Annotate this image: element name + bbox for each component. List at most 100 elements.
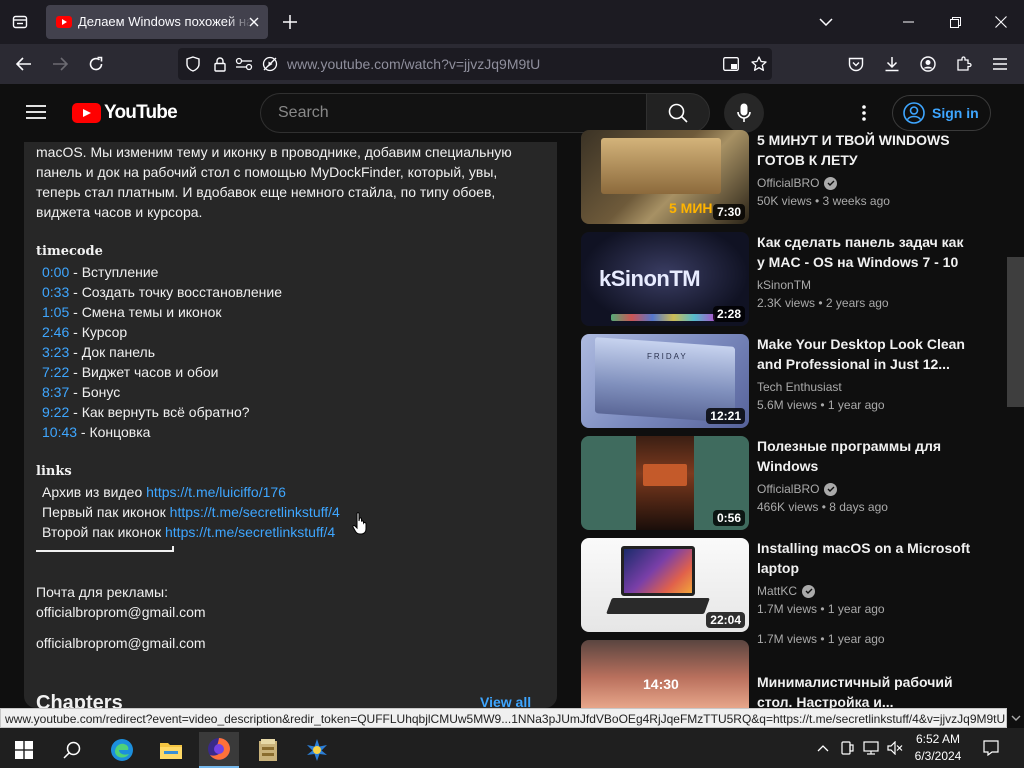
recommended-video[interactable]: 0:56 Полезные программы для Windows Offic…: [581, 436, 1001, 530]
youtube-logo[interactable]: YouTube: [72, 102, 178, 124]
recommended-video[interactable]: FRIDAY 12:21 Make Your Desktop Look Clea…: [581, 334, 1001, 428]
bookmark-star-icon[interactable]: [745, 50, 773, 78]
timecode-link[interactable]: 10:43: [42, 424, 77, 440]
firefox-taskbar-icon[interactable]: [199, 732, 239, 768]
timecode-link[interactable]: 0:33: [42, 284, 69, 300]
video-title[interactable]: Как сделать панель задач как у MAC - OS н…: [757, 232, 971, 272]
window-close-icon[interactable]: [987, 8, 1015, 36]
extensions-puzzle-icon[interactable]: [950, 50, 978, 78]
settings-more-vertical-icon[interactable]: [850, 99, 878, 127]
video-thumbnail[interactable]: 22:04: [581, 538, 749, 632]
search-icon[interactable]: [52, 732, 92, 768]
autoplay-blocked-icon[interactable]: [256, 50, 284, 78]
timecode-row: 10:43 - Концовка: [42, 422, 150, 442]
address-bar[interactable]: www.youtube.com/watch?v=jjvzJq9M9tU: [178, 48, 772, 80]
timecode-link[interactable]: 7:22: [42, 364, 69, 380]
video-title[interactable]: 5 МИНУТ И ТВОЙ WINDOWS ГОТОВ К ЛЕТУ: [757, 130, 971, 170]
scroll-down-chevron-icon[interactable]: [1007, 708, 1024, 728]
video-thumbnail[interactable]: 5 МИН 7:30: [581, 130, 749, 224]
link-url[interactable]: https://t.me/luiciffo/176: [146, 484, 286, 500]
page-scrollbar[interactable]: [1007, 142, 1024, 708]
video-duration: 12:21: [706, 408, 745, 424]
channel-name[interactable]: Tech Enthusiast: [757, 380, 842, 394]
account-icon[interactable]: [914, 50, 942, 78]
channel-name[interactable]: MattKC: [757, 584, 816, 598]
shield-icon[interactable]: [179, 50, 207, 78]
chapters-heading: Chapters: [36, 692, 123, 708]
app-archive-icon[interactable]: [248, 732, 288, 768]
channel-name[interactable]: OfficialBRO: [757, 176, 838, 190]
video-title[interactable]: Make Your Desktop Look Clean and Professi…: [757, 334, 971, 374]
verified-check-icon: [824, 482, 838, 496]
timecode-link[interactable]: 1:05: [42, 304, 69, 320]
forward-arrow-icon[interactable]: [46, 50, 74, 78]
windows-taskbar: 6:52 AM 6/3/2024: [0, 728, 1024, 768]
search-button[interactable]: [646, 93, 710, 133]
recommended-video[interactable]: kSinonTM 2:28 Как сделать панель задач к…: [581, 232, 1001, 326]
timecode-link[interactable]: 9:22: [42, 404, 69, 420]
video-thumbnail[interactable]: FRIDAY 12:21: [581, 334, 749, 428]
timecode-link[interactable]: 3:23: [42, 344, 69, 360]
timecode-row: 1:05 - Смена темы и иконок: [42, 302, 221, 322]
app-star-icon[interactable]: [297, 732, 337, 768]
video-duration: 22:04: [706, 612, 745, 628]
timecode-link[interactable]: 2:46: [42, 324, 69, 340]
search-icon: [668, 103, 688, 123]
video-duration: 0:56: [712, 510, 745, 526]
link-label: Второй пак иконок: [42, 524, 165, 540]
timecode-link[interactable]: 0:00: [42, 264, 69, 280]
browser-navigation-bar: www.youtube.com/watch?v=jjvzJq9M9tU: [0, 44, 1024, 84]
picture-in-picture-icon[interactable]: [717, 50, 745, 78]
timecode-label: - Бонус: [69, 384, 121, 400]
search-input[interactable]: Search: [260, 93, 647, 133]
voice-search-button[interactable]: [724, 93, 764, 133]
app-menu-hamburger-icon[interactable]: [986, 50, 1014, 78]
chapters-view-all-link[interactable]: View all: [480, 694, 531, 708]
channel-label: OfficialBRO: [757, 482, 820, 496]
guide-menu-icon[interactable]: [22, 98, 50, 126]
reload-icon[interactable]: [82, 50, 110, 78]
youtube-favicon-icon: [56, 16, 72, 28]
video-title[interactable]: Минималистичный рабочий стол. Настройка и…: [757, 672, 971, 712]
list-tabs-chevron-down-icon[interactable]: [812, 8, 840, 36]
link-url[interactable]: https://t.me/secretlinkstuff/4: [165, 524, 335, 540]
firefox-view-icon[interactable]: [6, 8, 34, 36]
video-title-line: Полезные программы для: [757, 438, 942, 454]
timecode-link[interactable]: 8:37: [42, 384, 69, 400]
channel-name[interactable]: kSinonTM: [757, 278, 811, 292]
channel-name[interactable]: OfficialBRO: [757, 482, 838, 496]
video-thumbnail[interactable]: 0:56: [581, 436, 749, 530]
link-url[interactable]: https://t.me/secretlinkstuff/4: [170, 504, 340, 520]
scrollbar-thumb[interactable]: [1007, 257, 1024, 407]
back-arrow-icon[interactable]: [10, 50, 38, 78]
video-thumbnail[interactable]: 14:30: [581, 640, 749, 708]
tab-close-icon[interactable]: [240, 8, 268, 36]
url-text[interactable]: www.youtube.com/watch?v=jjvzJq9M9tU: [287, 56, 540, 72]
new-tab-plus-icon[interactable]: [276, 8, 304, 36]
video-title[interactable]: Полезные программы для Windows: [757, 436, 971, 476]
channel-label: MattKC: [757, 584, 798, 598]
taskbar-clock[interactable]: 6:52 AM 6/3/2024: [904, 731, 972, 765]
windows-start-icon[interactable]: [4, 732, 44, 768]
pocket-icon[interactable]: [842, 50, 870, 78]
recommended-video[interactable]: 5 МИН 7:30 5 МИНУТ И ТВОЙ WINDOWS ГОТОВ К…: [581, 130, 1001, 224]
description-intro-line: виджета часов и курсора.: [36, 204, 203, 220]
ad-contact-label: Почта для рекламы:: [36, 584, 168, 600]
window-minimize-icon[interactable]: [894, 8, 922, 36]
tab-active[interactable]: Делаем Windows похожей на macOS: [46, 5, 268, 39]
edge-browser-icon[interactable]: [102, 732, 142, 768]
permissions-icon[interactable]: [230, 50, 258, 78]
sign-in-button[interactable]: Sign in: [892, 95, 991, 131]
link-label: Архив из видео: [42, 484, 147, 500]
recommended-video[interactable]: 22:04 Installing macOS on a Microsoft lap…: [581, 538, 1001, 632]
thumbnail-text: 14:30: [643, 676, 679, 692]
link-row: Архив из видео https://t.me/luiciffo/176: [42, 482, 286, 502]
video-thumbnail[interactable]: kSinonTM 2:28: [581, 232, 749, 326]
file-explorer-folder-icon[interactable]: [151, 732, 191, 768]
notification-center-icon[interactable]: [977, 734, 1005, 762]
downloads-icon[interactable]: [878, 50, 906, 78]
window-restore-icon[interactable]: [941, 8, 969, 36]
user-circle-icon: [903, 102, 925, 124]
video-title[interactable]: Installing macOS on a Microsoft laptop: [757, 538, 971, 578]
description-intro-line: панель и док на рабочий стол с помощью M…: [36, 164, 498, 180]
